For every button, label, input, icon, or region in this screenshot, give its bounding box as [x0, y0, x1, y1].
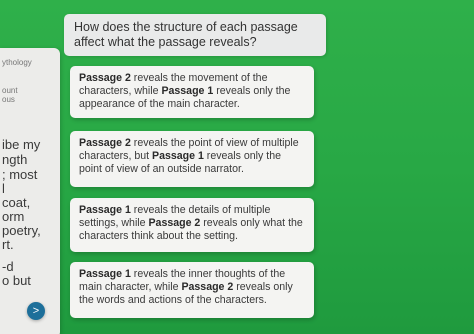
passage-line: orm	[2, 209, 25, 224]
passage-ref: Passage 1	[161, 85, 214, 97]
passage-line: ngth	[2, 152, 28, 167]
passage-ref: Passage 2	[148, 217, 201, 229]
passage-line: o but	[2, 273, 31, 288]
passage-line: poetry,	[2, 223, 41, 238]
answer-choice-1[interactable]: Passage 2 reveals the movement of the ch…	[70, 66, 314, 118]
passage-line: -d	[2, 259, 14, 274]
question-prompt: How does the structure of each passage a…	[64, 14, 326, 56]
answer-choice-3[interactable]: Passage 1 reveals the details of multipl…	[70, 198, 314, 252]
next-button[interactable]: >	[27, 302, 45, 320]
chevron-right-icon: >	[32, 305, 40, 317]
passage-line: ous	[2, 95, 15, 104]
passage-line: ; most	[2, 167, 38, 182]
passage-line: rt.	[2, 237, 14, 252]
passage-line: ount	[2, 86, 18, 95]
passage-line: l	[2, 181, 5, 196]
passage-ref: Passage 1	[79, 204, 131, 216]
passage-ref: Passage 2	[181, 281, 234, 293]
passage-panel: ythology ount ous ibe my ngth ; most l c…	[0, 48, 60, 334]
answer-choice-2[interactable]: Passage 2 reveals the point of view of m…	[70, 131, 314, 187]
passage-line: ibe my	[2, 137, 41, 152]
passage-line: coat,	[2, 195, 31, 210]
passage-ref: Passage 2	[79, 72, 131, 84]
question-prompt-text: How does the structure of each passage a…	[74, 20, 298, 49]
passage-ref: Passage 1	[152, 150, 204, 162]
passage-line: ythology	[2, 58, 32, 67]
answer-choice-4[interactable]: Passage 1 reveals the inner thoughts of …	[70, 262, 314, 318]
passage-ref: Passage 1	[79, 268, 131, 280]
passage-ref: Passage 2	[79, 137, 131, 149]
